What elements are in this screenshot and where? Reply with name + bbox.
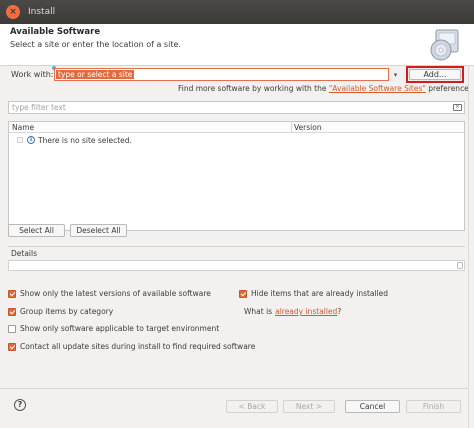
wizard-banner: Available Software Select a site or ente… <box>0 24 474 66</box>
hide-installed-checkbox[interactable] <box>239 289 247 298</box>
details-text-area[interactable] <box>8 260 465 271</box>
window-title: Install <box>28 7 56 17</box>
tree-row[interactable]: i There is no site selected. <box>17 135 132 145</box>
window-right-edge <box>468 66 474 428</box>
footer-divider <box>0 388 474 389</box>
group-by-category-label: Group items by category <box>20 307 114 316</box>
software-tree[interactable]: Name Version i There is no site selected… <box>8 121 465 231</box>
site-input-selected-text: type or select a site <box>56 70 135 79</box>
info-icon: i <box>27 136 35 144</box>
next-button[interactable]: Next > <box>283 400 335 413</box>
help-icon[interactable]: ? <box>14 399 26 411</box>
wizard-content: Work with: type or select a site ▾ Add..… <box>0 66 474 428</box>
already-installed-link[interactable]: already installed <box>275 307 337 316</box>
select-all-button[interactable]: Select All <box>8 224 65 237</box>
available-software-sites-link[interactable]: "Available Software Sites" <box>329 84 426 93</box>
tree-header: Name Version <box>9 122 464 133</box>
work-with-label: Work with: <box>11 70 54 79</box>
latest-versions-checkbox[interactable] <box>8 289 16 298</box>
option-contact-all-sites[interactable]: Contact all update sites during install … <box>8 342 255 351</box>
hide-installed-label: Hide items that are already installed <box>251 289 389 298</box>
contact-all-sites-checkbox[interactable] <box>8 342 16 351</box>
details-label: Details <box>11 249 38 258</box>
site-dropdown-button[interactable]: ▾ <box>389 68 402 81</box>
details-divider <box>8 246 465 247</box>
column-header-version[interactable]: Version <box>294 123 322 132</box>
what-is-installed-text: What is already installed? <box>244 307 342 316</box>
contact-all-sites-label: Contact all update sites during install … <box>20 342 256 351</box>
window-titlebar: × Install <box>0 0 474 24</box>
applicable-only-checkbox[interactable] <box>8 324 16 333</box>
find-more-software-text: Find more software by working with the "… <box>178 84 474 93</box>
install-wizard-cd-icon <box>430 29 459 61</box>
page-subtitle: Select a site or enter the location of a… <box>10 40 181 49</box>
applicable-only-label: Show only software applicable to target … <box>20 324 220 333</box>
filter-placeholder: type filter text <box>12 103 66 112</box>
deselect-all-button[interactable]: Deselect All <box>70 224 127 237</box>
filter-input[interactable]: type filter text × <box>8 101 465 114</box>
column-divider[interactable] <box>291 122 292 133</box>
chevron-down-icon: ▾ <box>393 70 398 79</box>
close-window-button[interactable]: × <box>6 5 20 19</box>
add-site-button-highlight[interactable]: Add... <box>406 66 464 83</box>
page-title: Available Software <box>10 27 101 37</box>
close-icon: × <box>9 6 17 17</box>
finish-button[interactable]: Finish <box>406 400 461 413</box>
cancel-button[interactable]: Cancel <box>345 400 400 413</box>
option-latest-versions[interactable]: Show only the latest versions of availab… <box>8 289 211 298</box>
tree-row-text: There is no site selected. <box>38 135 132 145</box>
option-hide-installed[interactable]: Hide items that are already installed <box>239 289 388 298</box>
option-applicable-only[interactable]: Show only software applicable to target … <box>8 324 219 333</box>
back-button[interactable]: < Back <box>226 400 278 413</box>
clear-filter-icon[interactable]: × <box>453 104 462 111</box>
option-group-by-category[interactable]: Group items by category <box>8 307 113 316</box>
work-with-site-input[interactable]: type or select a site <box>54 68 389 81</box>
add-site-button[interactable]: Add... <box>409 69 461 80</box>
row-checkbox[interactable] <box>17 137 23 143</box>
group-by-category-checkbox[interactable] <box>8 307 16 316</box>
column-header-name[interactable]: Name <box>12 123 34 132</box>
latest-versions-label: Show only the latest versions of availab… <box>20 289 211 298</box>
details-scrollbar[interactable] <box>457 262 463 269</box>
